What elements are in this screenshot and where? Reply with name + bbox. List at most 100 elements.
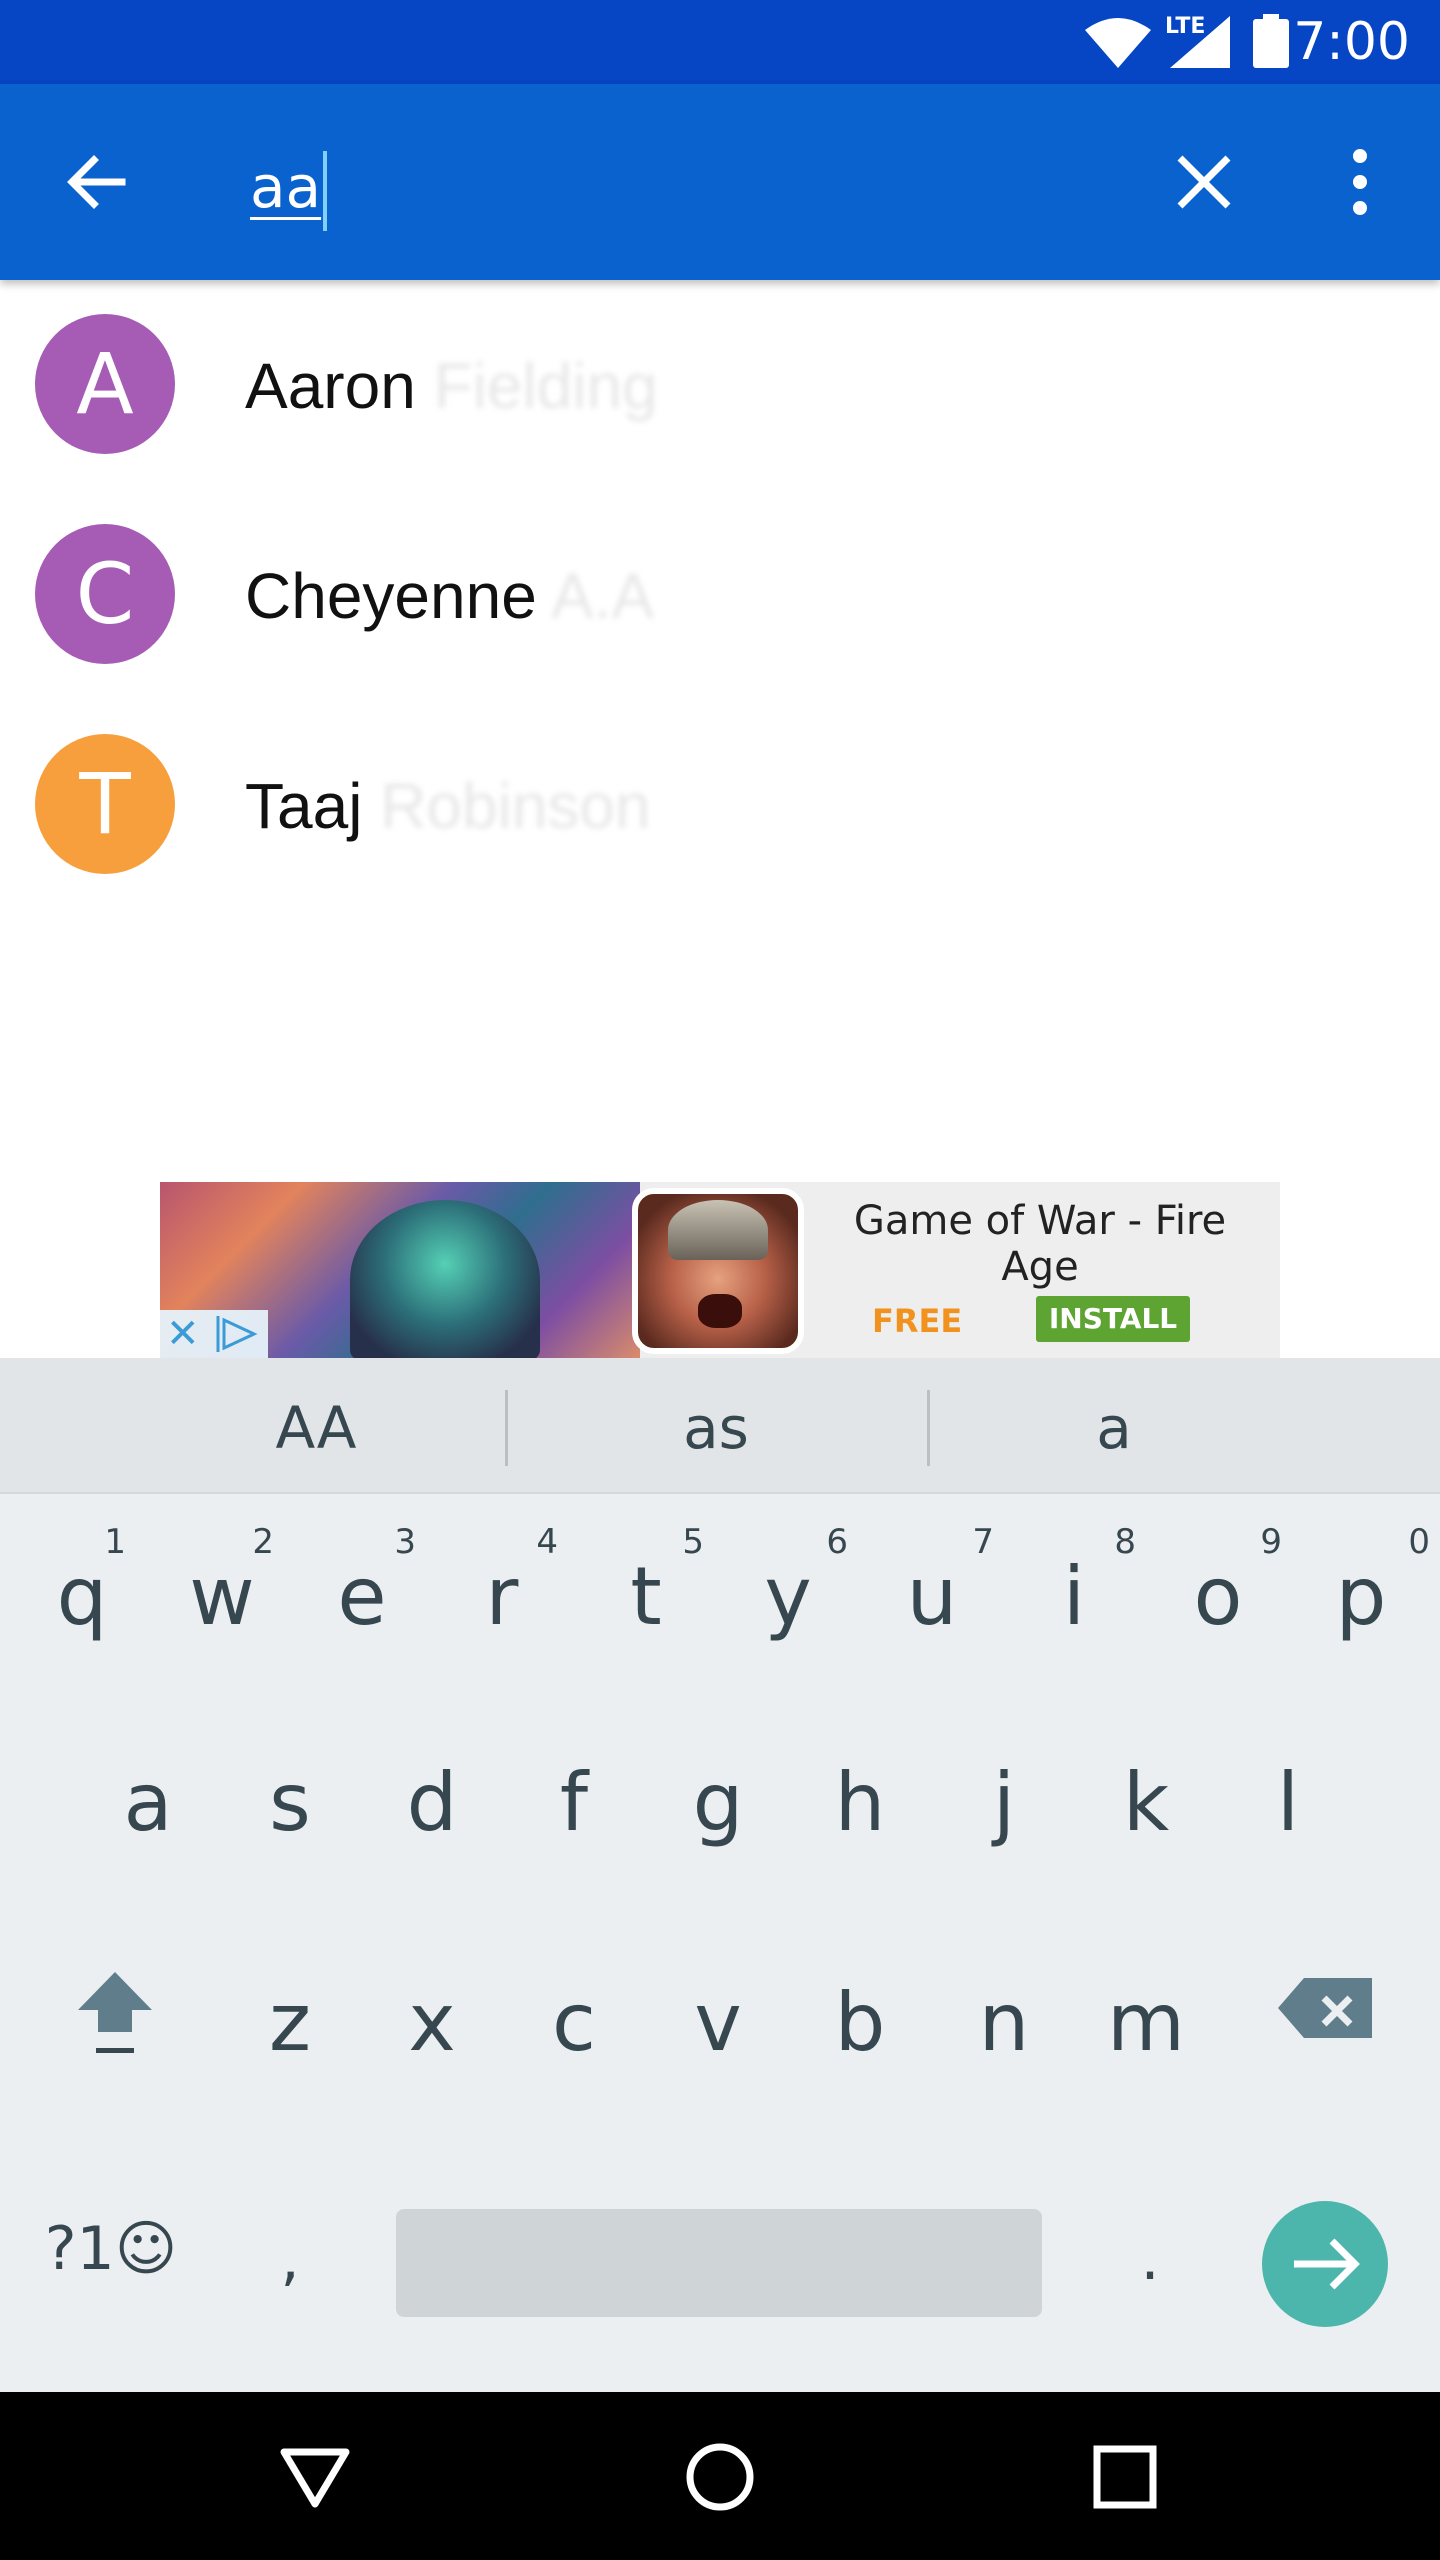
suggestion-divider <box>505 1390 508 1466</box>
key-letter: j <box>992 1756 1016 1849</box>
key-letter: u <box>906 1550 958 1643</box>
enter-button[interactable] <box>1262 2201 1388 2327</box>
key-letter: e <box>337 1550 387 1643</box>
contact-first-name: Taaj <box>245 770 363 842</box>
key-letter: b <box>834 1976 886 2069</box>
key-t[interactable]: 5 t <box>576 1522 716 1652</box>
key-p[interactable]: 0 p <box>1288 1522 1434 1652</box>
key-v[interactable]: v <box>648 1958 788 2088</box>
arrow-back-icon[interactable] <box>60 146 132 218</box>
key-s[interactable]: s <box>220 1738 360 1868</box>
more-vert-icon[interactable] <box>1330 146 1390 218</box>
comma-label: , <box>280 2224 300 2294</box>
ad-choices[interactable]: ✕ <box>160 1310 268 1358</box>
recents-square-icon[interactable] <box>1080 2432 1170 2522</box>
key-d[interactable]: d <box>362 1738 502 1868</box>
key-i[interactable]: 8 i <box>1004 1522 1144 1652</box>
contact-first-name: Aaron <box>245 350 416 422</box>
shift-arrow-icon <box>78 1972 152 2053</box>
key-letter: t <box>630 1550 662 1643</box>
key-x[interactable]: x <box>362 1958 502 2088</box>
contact-name: Taaj Robinson <box>245 770 651 842</box>
symbols-label: ?1☺ <box>44 2214 178 2284</box>
search-toolbar: aa <box>0 84 1440 280</box>
ad-app-icon <box>632 1188 804 1354</box>
arrow-forward-icon <box>1294 2238 1360 2290</box>
key-letter: a <box>123 1756 173 1849</box>
key-a[interactable]: a <box>78 1738 218 1868</box>
key-r[interactable]: 4 r <box>432 1522 572 1652</box>
key-e[interactable]: 3 e <box>292 1522 432 1652</box>
key-l[interactable]: l <box>1218 1738 1358 1868</box>
key-h[interactable]: h <box>790 1738 930 1868</box>
key-letter: k <box>1122 1756 1170 1849</box>
suggestion-2[interactable]: as <box>516 1392 916 1464</box>
contact-first-name: Cheyenne <box>245 560 537 632</box>
suggestion-strip: AA as a <box>0 1358 1440 1494</box>
ad-title: Game of War - Fire Age <box>853 1198 1227 1290</box>
key-m[interactable]: m <box>1076 1958 1216 2088</box>
symbols-key[interactable]: ?1☺ <box>36 2194 186 2314</box>
key-c[interactable]: c <box>504 1958 644 2088</box>
backspace-key[interactable] <box>1270 1958 1380 2068</box>
ad-artwork-figure <box>350 1200 540 1358</box>
key-letter: h <box>834 1756 886 1849</box>
key-j[interactable]: j <box>934 1738 1074 1868</box>
key-letter: w <box>189 1550 255 1643</box>
key-n[interactable]: n <box>934 1958 1074 2088</box>
shift-key[interactable] <box>40 1942 190 2072</box>
key-w[interactable]: 2 w <box>152 1522 292 1652</box>
key-u[interactable]: 7 u <box>862 1522 1002 1652</box>
key-y[interactable]: 6 y <box>718 1522 858 1652</box>
install-button[interactable]: INSTALL <box>1036 1296 1190 1342</box>
clock: 7:00 <box>1293 12 1410 72</box>
key-letter: v <box>694 1976 742 2069</box>
avatar: A <box>35 314 175 454</box>
system-navigation-bar <box>0 2392 1440 2560</box>
period-label: . <box>1140 2224 1160 2294</box>
key-k[interactable]: k <box>1076 1738 1216 1868</box>
soft-keyboard: AA as a 1 q 2 w 3 e 4 r 5 t 6 y 7 u 8 i … <box>0 1358 1440 2392</box>
network-type: LTE <box>1165 14 1206 39</box>
contact-last-name-redacted: Robinson <box>380 770 651 842</box>
adchoices-icon[interactable] <box>214 1314 262 1354</box>
avatar: C <box>35 524 175 664</box>
search-query-text: aa <box>250 153 322 221</box>
key-o[interactable]: 9 o <box>1148 1522 1288 1652</box>
key-letter: s <box>269 1756 311 1849</box>
close-icon[interactable] <box>1168 146 1240 218</box>
contact-row[interactable]: A Aaron Fielding <box>0 280 1440 490</box>
backspace-icon <box>1278 1978 1372 2038</box>
contact-row[interactable]: T Taaj Robinson <box>0 700 1440 910</box>
back-triangle-icon[interactable] <box>270 2432 360 2522</box>
key-q[interactable]: 1 q <box>12 1522 152 1652</box>
suggestion-3[interactable]: a <box>914 1392 1314 1464</box>
key-letter: f <box>559 1756 589 1849</box>
key-f[interactable]: f <box>504 1738 644 1868</box>
key-letter: m <box>1107 1976 1185 2069</box>
suggestion-1[interactable]: AA <box>116 1392 516 1464</box>
key-letter: q <box>56 1550 108 1643</box>
key-g[interactable]: g <box>648 1738 788 1868</box>
key-letter: y <box>764 1550 812 1643</box>
contact-row[interactable]: C Cheyenne A.A <box>0 490 1440 700</box>
contact-name: Cheyenne A.A <box>245 560 654 632</box>
key-letter: i <box>1062 1550 1086 1643</box>
comma-key[interactable]: , <box>220 2204 360 2324</box>
contact-last-name-redacted: A.A <box>551 560 655 632</box>
ad-close-icon[interactable]: ✕ <box>166 1314 206 1354</box>
space-bar[interactable] <box>396 2209 1042 2317</box>
key-letter: l <box>1276 1756 1300 1849</box>
battery-icon <box>1253 14 1289 68</box>
key-letter: c <box>552 1976 596 2069</box>
wifi-icon <box>1085 18 1151 68</box>
key-letter: n <box>978 1976 1030 2069</box>
period-key[interactable]: . <box>1080 2204 1220 2324</box>
key-b[interactable]: b <box>790 1958 930 2088</box>
search-input[interactable]: aa <box>250 142 328 232</box>
key-z[interactable]: z <box>220 1958 360 2088</box>
home-circle-icon[interactable] <box>675 2432 765 2522</box>
helmet-shape <box>668 1200 768 1260</box>
key-letter: z <box>269 1976 311 2069</box>
ad-banner[interactable]: Game of War - Fire Age FREE INSTALL ✕ <box>160 1182 1280 1358</box>
